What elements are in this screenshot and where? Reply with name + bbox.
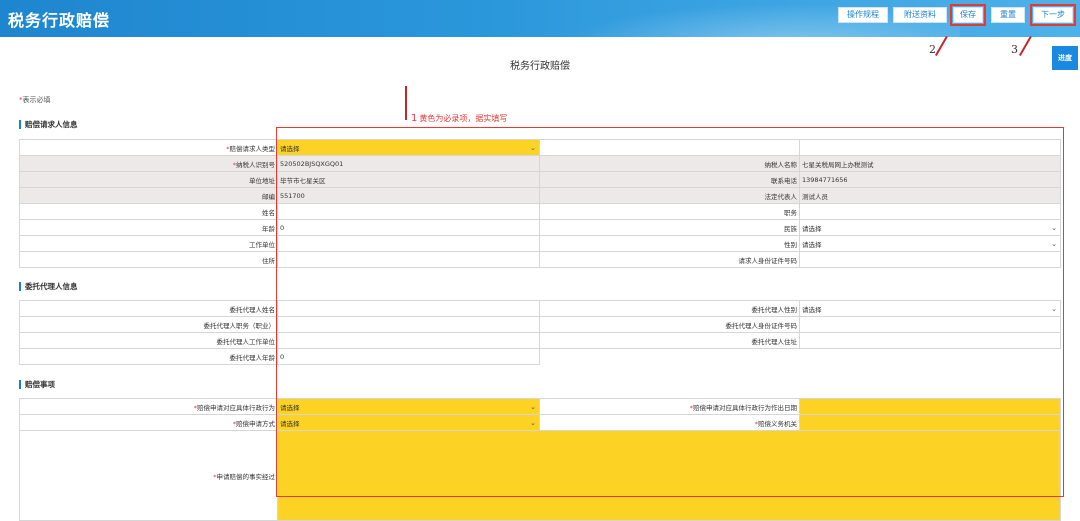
residence-input[interactable] xyxy=(277,251,540,268)
save-button[interactable]: 保存 xyxy=(950,4,986,26)
annotation-arrow-2 xyxy=(935,36,948,56)
guide-button[interactable]: 操作规程 xyxy=(838,7,888,23)
name-input[interactable] xyxy=(277,203,540,220)
empty-cell xyxy=(539,139,800,156)
act-date-input[interactable] xyxy=(799,398,1061,415)
agent-work-label: 委托代理人工作单位 xyxy=(19,332,278,349)
progress-button[interactable]: 进度 xyxy=(1052,46,1078,70)
requester-table: *赔偿请求人类型 请选择 ⌄ *纳税人识别号 520502BJSQXGQ01 纳税… xyxy=(19,139,1061,268)
annotation-arrow-3 xyxy=(1019,36,1032,56)
obligor-label: *赔偿义务机关 xyxy=(539,414,800,431)
chevron-down-icon: ⌄ xyxy=(1051,239,1057,248)
agent-name-label: 委托代理人姓名 xyxy=(19,300,278,317)
empty-cell xyxy=(799,139,1061,156)
app-title: 税务行政赔偿 xyxy=(8,11,111,30)
chevron-down-icon: ⌄ xyxy=(530,143,536,152)
chevron-down-icon: ⌄ xyxy=(1051,304,1057,313)
agent-address-input[interactable] xyxy=(799,332,1061,349)
facts-textarea[interactable] xyxy=(277,430,1061,521)
reset-button[interactable]: 重置 xyxy=(991,7,1025,23)
address-field: 毕节市七星关区 xyxy=(277,171,540,188)
zip-label: 邮编 xyxy=(19,187,278,204)
empty-cell xyxy=(800,349,1061,365)
agent-job-label: 委托代理人职务（职业） xyxy=(19,316,278,333)
duty-input[interactable] xyxy=(799,203,1061,220)
requester-type-select[interactable]: 请选择 ⌄ xyxy=(277,139,540,156)
legal-rep-label: 法定代表人 xyxy=(539,187,800,204)
agent-work-input[interactable] xyxy=(277,332,540,349)
ethnic-select[interactable]: 请选择 ⌄ xyxy=(799,219,1061,236)
gender-label: 性别 xyxy=(539,235,800,252)
facts-label: *申请赔偿的事实经过 xyxy=(19,430,278,521)
id-number-input[interactable] xyxy=(799,251,1061,268)
residence-label: 住所 xyxy=(19,251,278,268)
id-number-label: 请求人身份证件号码 xyxy=(539,251,800,268)
required-note: *表示必填 xyxy=(19,96,51,104)
matters-table: *赔偿申请对应具体行政行为 请选择 ⌄ *赔偿申请对应具体行政行为作出日期 *赔偿… xyxy=(19,398,1061,521)
gender-select[interactable]: 请选择 ⌄ xyxy=(799,235,1061,252)
ethnic-label: 民族 xyxy=(539,219,800,236)
agent-name-input[interactable] xyxy=(277,300,540,317)
requester-type-label: *赔偿请求人类型 xyxy=(19,139,278,156)
address-label: 单位地址 xyxy=(19,171,278,188)
section-requester-title: 赔偿请求人信息 xyxy=(19,120,78,129)
agent-gender-label: 委托代理人性别 xyxy=(539,300,800,317)
name-label: 姓名 xyxy=(19,203,278,220)
chevron-down-icon: ⌄ xyxy=(530,402,536,411)
attachments-button[interactable]: 附送资料 xyxy=(893,7,947,23)
work-unit-label: 工作单位 xyxy=(19,235,278,252)
next-step-button[interactable]: 下一步 xyxy=(1030,4,1076,26)
agent-id-input[interactable] xyxy=(799,316,1061,333)
obligor-input[interactable] xyxy=(799,414,1061,431)
apply-way-label: *赔偿申请方式 xyxy=(19,414,278,431)
act-label: *赔偿申请对应具体行政行为 xyxy=(19,398,278,415)
age-label: 年龄 xyxy=(19,219,278,236)
zip-field: 551700 xyxy=(277,187,540,204)
age-input[interactable]: 0 xyxy=(277,219,540,236)
section-agent-title: 委托代理人信息 xyxy=(19,282,78,291)
section-matters-title: 赔偿事项 xyxy=(19,380,55,389)
act-date-label: *赔偿申请对应具体行政行为作出日期 xyxy=(539,398,800,415)
app-header: 税务行政赔偿 操作规程 附送资料 保存 重置 下一步 xyxy=(0,0,1080,37)
taxname-label: 纳税人名称 xyxy=(539,155,800,172)
annotation-3: 3 xyxy=(1011,43,1018,56)
empty-cell xyxy=(540,349,800,365)
page-title: 税务行政赔偿 xyxy=(510,61,570,72)
phone-field: 13984771656 xyxy=(799,171,1061,188)
agent-gender-select[interactable]: 请选择 ⌄ xyxy=(799,300,1061,317)
agent-table: 委托代理人姓名 委托代理人性别 请选择 ⌄ 委托代理人职务（职业） 委托代理人身份… xyxy=(19,300,1061,365)
act-select[interactable]: 请选择 ⌄ xyxy=(277,398,540,415)
taxname-field: 七星关税局网上办税测试 xyxy=(799,155,1061,172)
chevron-down-icon: ⌄ xyxy=(530,418,536,427)
taxid-label: *纳税人识别号 xyxy=(19,155,278,172)
annotation-1: 1 黄色为必录项，据实填写 xyxy=(411,113,508,124)
agent-id-label: 委托代理人身份证件号码 xyxy=(539,316,800,333)
agent-address-label: 委托代理人住址 xyxy=(539,332,800,349)
legal-rep-field: 测试人员 xyxy=(799,187,1061,204)
phone-label: 联系电话 xyxy=(539,171,800,188)
taxid-field: 520502BJSQXGQ01 xyxy=(277,155,540,172)
agent-age-label: 委托代理人年龄 xyxy=(19,348,278,365)
apply-way-select[interactable]: 请选择 ⌄ xyxy=(277,414,540,431)
duty-label: 职务 xyxy=(539,203,800,220)
agent-job-input[interactable] xyxy=(277,316,540,333)
agent-age-input[interactable]: 0 xyxy=(277,348,540,365)
annotation-arrow-1 xyxy=(405,86,407,120)
work-unit-input[interactable] xyxy=(277,235,540,252)
chevron-down-icon: ⌄ xyxy=(1051,223,1057,232)
